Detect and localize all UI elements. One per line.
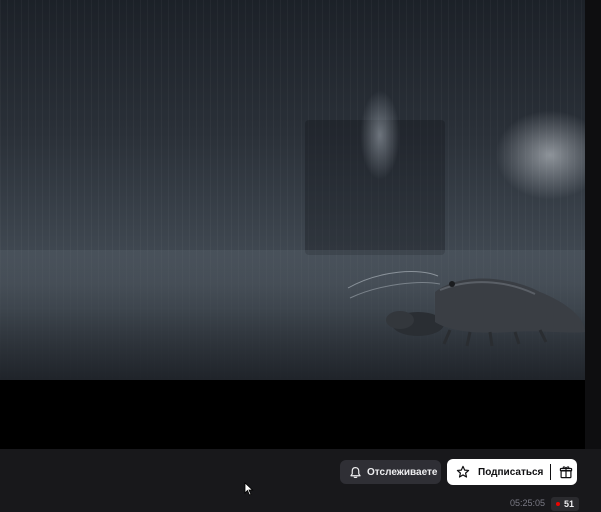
stream-uptime: 05:25:05 [510,498,546,508]
bell-icon [350,466,361,478]
following-label: Отслеживаете [367,466,438,478]
scrollbar-track[interactable] [585,0,601,449]
star-icon [456,465,470,478]
viewer-count: 51 [564,499,575,509]
video-player[interactable] [0,0,585,449]
light-glow [495,110,585,200]
gift-icon[interactable] [559,465,573,479]
following-button[interactable]: Отслеживаете [340,460,441,484]
stream-page: Отслеживаете Подписаться 05:25:05 51 [0,0,601,512]
subscribe-label: Подписаться [478,466,544,478]
light-glow [360,90,400,180]
live-dot-icon [556,502,560,506]
viewer-count-badge: 51 [551,497,580,511]
crayfish-illustration [347,271,585,347]
video-frame[interactable] [0,0,585,380]
subscribe-button[interactable]: Подписаться [447,459,577,485]
button-divider [550,464,552,480]
mouse-cursor-icon [244,482,254,496]
